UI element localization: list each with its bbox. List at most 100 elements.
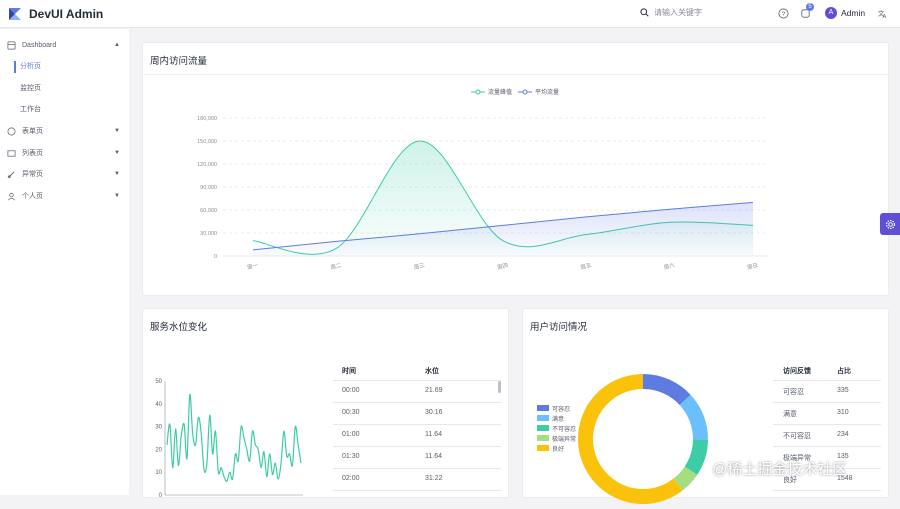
y-tick-label: 0 bbox=[214, 254, 217, 260]
form-icon bbox=[7, 127, 16, 135]
divider bbox=[773, 424, 881, 425]
divider bbox=[333, 490, 501, 491]
table-cell: 00:00 bbox=[342, 387, 360, 394]
table-cell: 01:30 bbox=[342, 453, 360, 460]
table-cell: 21.69 bbox=[425, 387, 443, 394]
x-tick-label: 周二 bbox=[330, 262, 343, 272]
table-cell: 01:00 bbox=[342, 431, 360, 438]
table-header: 水位 bbox=[425, 368, 439, 375]
sidebar-item-workbench[interactable]: 工作台 bbox=[0, 100, 129, 120]
table-cell: 234 bbox=[837, 431, 849, 438]
water-level-card: 服务水位变化 0102030405000:0005:3011:0016:3022… bbox=[142, 308, 509, 501]
table-cell: 31.22 bbox=[425, 475, 443, 482]
sidebar-item-analysis[interactable]: 分析页 bbox=[0, 57, 129, 77]
divider bbox=[333, 402, 501, 403]
chevron-down-icon: ▼ bbox=[114, 128, 120, 134]
table-cell: 满意 bbox=[783, 411, 797, 418]
divider bbox=[333, 468, 501, 469]
x-tick-label: 周三 bbox=[413, 262, 426, 272]
donut-slice[interactable] bbox=[643, 374, 691, 405]
legend-swatch bbox=[537, 435, 549, 441]
sidebar-item-label: 个人页 bbox=[22, 193, 43, 200]
user-visits-table: 访问反馈 占比 可容忍 335 满意 310 不可容忍 234 极端异常 135 良好 1548 bbox=[773, 361, 883, 501]
table-cell: 可容忍 bbox=[783, 389, 804, 396]
svg-text:A: A bbox=[883, 14, 887, 19]
y-tick-label: 90,000 bbox=[200, 185, 217, 191]
x-tick-label: 周五 bbox=[580, 262, 593, 272]
x-tick-label: 周六 bbox=[663, 261, 676, 272]
avatar[interactable]: A bbox=[825, 7, 837, 19]
divider bbox=[333, 424, 501, 425]
dashboard-icon bbox=[7, 41, 16, 49]
table-cell: 00:30 bbox=[342, 409, 360, 416]
y-tick-label: 120,000 bbox=[197, 162, 217, 168]
legend-item[interactable]: 满意 bbox=[537, 413, 576, 423]
gear-icon bbox=[885, 219, 895, 229]
y-tick-label: 180,000 bbox=[197, 116, 217, 122]
legend-item[interactable]: 可容忍 bbox=[537, 403, 576, 413]
watermark: @稀土掘金技术社区 bbox=[712, 461, 848, 478]
y-tick-label: 20 bbox=[155, 447, 162, 453]
svg-text:?: ? bbox=[782, 11, 786, 18]
divider bbox=[773, 446, 881, 447]
x-tick-label: 周日 bbox=[746, 262, 758, 272]
user-visits-donut-chart bbox=[578, 374, 708, 504]
sidebar-item-label: 表单页 bbox=[22, 128, 43, 135]
sidebar-item-label: Dashboard bbox=[22, 41, 57, 49]
user-icon bbox=[8, 192, 15, 200]
legend-item[interactable]: 极端异常 bbox=[537, 433, 576, 443]
legend-item[interactable]: 不可容忍 bbox=[537, 423, 576, 433]
table-cell: 11.64 bbox=[425, 453, 442, 460]
water-level-table: 时间 水位 00:00 21.69 00:30 30.16 01:00 11.64 01:3… bbox=[333, 361, 503, 501]
table-scrollbar[interactable] bbox=[498, 381, 501, 393]
legend-swatch bbox=[537, 425, 549, 431]
legend-item[interactable]: 良好 bbox=[537, 443, 576, 453]
card-title: 用户访问情况 bbox=[530, 322, 588, 333]
y-tick-label: 150,000 bbox=[197, 139, 217, 145]
sidebar-item-label: 列表页 bbox=[22, 150, 43, 157]
table-cell: 不可容忍 bbox=[783, 433, 811, 440]
sidebar-item-form[interactable]: 表单页 ▼ bbox=[0, 121, 129, 141]
weekly-traffic-chart: 0 30,000 60,000 90,000 120,000 150,000 180,000… bbox=[197, 116, 768, 272]
list-icon bbox=[7, 149, 16, 157]
chevron-down-icon: ▼ bbox=[114, 171, 120, 177]
weekly-traffic-card: 周内访问流量 流量峰值 平均流量 0 30,000 60,000 90,000 120,… bbox=[142, 42, 889, 296]
table-header: 时间 bbox=[342, 368, 356, 375]
help-icon[interactable]: ? bbox=[778, 8, 789, 19]
sidebar-item-monitor[interactable]: 监控页 bbox=[0, 79, 129, 99]
sidebar-item-dashboard[interactable]: Dashboard ▲ bbox=[0, 35, 129, 55]
legend-label: 可容忍 bbox=[552, 406, 571, 413]
search-box[interactable]: 请输入关键字 bbox=[640, 7, 702, 18]
y-tick-label: 30 bbox=[155, 425, 162, 431]
chevron-up-icon: ▲ bbox=[114, 42, 120, 48]
legend-swatch bbox=[537, 415, 549, 421]
table-cell: 310 bbox=[837, 409, 849, 416]
notification-badge: 5 bbox=[806, 3, 814, 11]
app-logo[interactable]: DevUI Admin bbox=[0, 7, 130, 21]
table-cell: 11.64 bbox=[425, 431, 442, 438]
donut-slice[interactable] bbox=[679, 394, 708, 440]
sidebar-item-exception[interactable]: 异常页 ▼ bbox=[0, 164, 129, 184]
x-tick-label: 周一 bbox=[246, 262, 259, 272]
table-cell: 30.16 bbox=[425, 409, 443, 416]
y-tick-label: 0 bbox=[159, 493, 163, 499]
translate-icon[interactable]: 文A bbox=[877, 8, 888, 19]
table-cell: 02:00 bbox=[342, 475, 360, 482]
y-tick-label: 40 bbox=[155, 402, 162, 408]
legend-label: 良好 bbox=[552, 446, 565, 453]
table-header: 访问反馈 bbox=[783, 368, 811, 375]
user-name[interactable]: Admin bbox=[841, 8, 865, 18]
pie-legend[interactable]: 可容忍 满意 不可容忍 极端异常良好 bbox=[537, 403, 576, 453]
series-line bbox=[166, 394, 302, 483]
y-tick-label: 60,000 bbox=[200, 208, 217, 214]
search-input[interactable]: 请输入关键字 bbox=[654, 7, 702, 18]
sidebar-item-user[interactable]: 个人页 ▼ bbox=[0, 186, 129, 206]
series-area bbox=[253, 202, 753, 256]
settings-button[interactable] bbox=[880, 213, 900, 235]
sidebar-item-list[interactable]: 列表页 ▼ bbox=[0, 143, 129, 163]
legend-swatch bbox=[537, 405, 549, 411]
chevron-down-icon: ▼ bbox=[114, 150, 120, 156]
exception-icon bbox=[7, 170, 15, 178]
sidebar-item-label: 异常页 bbox=[22, 171, 43, 178]
divider bbox=[773, 380, 881, 381]
